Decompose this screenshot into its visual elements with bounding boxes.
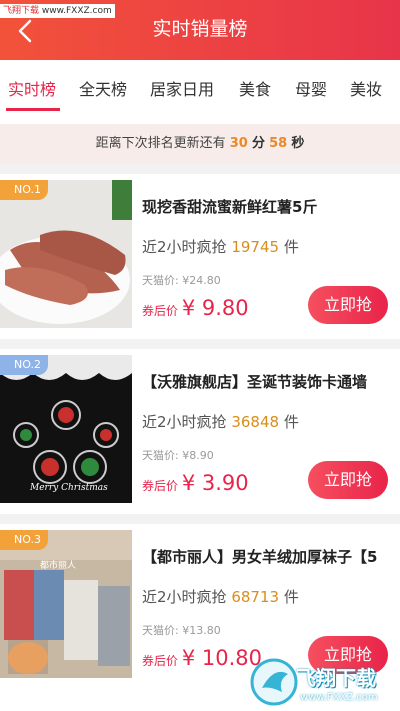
coupon-price: 券后价 ¥ 3.90 xyxy=(142,471,249,495)
sales-prefix: 近2小时疯抢 xyxy=(142,588,227,606)
countdown-prefix: 距离下次排名更新还有 xyxy=(95,136,226,151)
product-title[interactable]: 现挖香甜流蜜新鲜红薯5斤 xyxy=(142,196,392,218)
sales-unit: 件 xyxy=(283,238,299,256)
product-image-caption: Merry Christmas xyxy=(30,483,108,493)
tab-food[interactable]: 美食 xyxy=(239,78,271,102)
product-image[interactable]: NO.1 xyxy=(0,180,132,328)
countdown-minute-unit: 分 xyxy=(251,136,265,151)
watermark-text: 飞翔下载 xyxy=(296,666,376,690)
countdown-seconds: 58 xyxy=(269,136,288,151)
tab-allday[interactable]: 全天榜 xyxy=(79,78,127,102)
category-tabs: 实时榜 全天榜 居家日用 美食 母婴 美妆 xyxy=(0,60,400,122)
sales-info: 近2小时疯抢 19745 件 xyxy=(142,236,299,258)
sales-unit: 件 xyxy=(283,413,299,431)
sales-info: 近2小时疯抢 36848 件 xyxy=(142,411,299,433)
divider xyxy=(0,514,400,524)
tab-baby[interactable]: 母婴 xyxy=(295,78,327,102)
rank-badge: NO.3 xyxy=(0,530,48,550)
tab-home-daily[interactable]: 居家日用 xyxy=(150,78,214,102)
countdown-minutes: 30 xyxy=(229,136,248,151)
tab-realtime[interactable]: 实时榜 xyxy=(8,78,56,102)
sales-count: 19745 xyxy=(231,238,280,256)
product-image-caption: 都市丽人 xyxy=(40,561,77,571)
update-countdown: 距离下次排名更新还有 30 分 58 秒 xyxy=(0,124,400,164)
app-header: 飞翔下载 www.FXXZ.com 实时销量榜 xyxy=(0,0,400,60)
list-item[interactable]: NO.1 现挖香甜流蜜新鲜红薯5斤 近2小时疯抢 19745 件 天猫价: ¥2… xyxy=(0,174,400,339)
sales-prefix: 近2小时疯抢 xyxy=(142,238,227,256)
rank-badge: NO.1 xyxy=(0,180,48,200)
price-value: ¥ 9.80 xyxy=(181,296,249,320)
countdown-second-unit: 秒 xyxy=(291,136,305,151)
watermark-url: www.FXXZ.com xyxy=(41,6,112,16)
list-item[interactable]: Merry Christmas NO.2 【沃雅旗舰店】圣诞节装饰卡通墙 近2小… xyxy=(0,349,400,514)
sales-prefix: 近2小时疯抢 xyxy=(142,413,227,431)
tmall-price: 天猫价: ¥13.80 xyxy=(142,624,221,637)
buy-now-button[interactable]: 立即抢 xyxy=(308,461,388,499)
coupon-price: 券后价 ¥ 10.80 xyxy=(142,646,262,670)
sales-unit: 件 xyxy=(283,588,299,606)
product-image[interactable]: Merry Christmas NO.2 xyxy=(0,355,132,503)
coupon-label: 券后价 xyxy=(142,479,179,493)
watermark-brand: 飞翔下载 xyxy=(3,6,40,16)
coupon-price: 券后价 ¥ 9.80 xyxy=(142,296,249,320)
coupon-label: 券后价 xyxy=(142,304,179,318)
sales-count: 68713 xyxy=(231,588,280,606)
product-image[interactable]: 都市丽人 NO.3 xyxy=(0,530,132,678)
coupon-label: 券后价 xyxy=(142,654,179,668)
divider xyxy=(0,164,400,174)
page-title: 实时销量榜 xyxy=(152,18,248,40)
sales-info: 近2小时疯抢 68713 件 xyxy=(142,586,299,608)
buy-now-button[interactable]: 立即抢 xyxy=(308,286,388,324)
divider xyxy=(0,339,400,349)
product-title[interactable]: 【都市丽人】男女羊绒加厚袜子【5 xyxy=(142,546,392,568)
tab-beauty[interactable]: 美妆 xyxy=(350,78,382,102)
active-tab-indicator xyxy=(6,108,60,111)
tmall-price: 天猫价: ¥8.90 xyxy=(142,449,214,462)
price-value: ¥ 3.90 xyxy=(181,471,249,495)
product-title[interactable]: 【沃雅旗舰店】圣诞节装饰卡通墙 xyxy=(142,371,392,393)
sales-count: 36848 xyxy=(231,413,280,431)
watermark-bottom-url: www.FXXZ.com xyxy=(300,692,378,703)
rank-badge: NO.2 xyxy=(0,355,48,375)
tmall-price: 天猫价: ¥24.80 xyxy=(142,274,221,287)
